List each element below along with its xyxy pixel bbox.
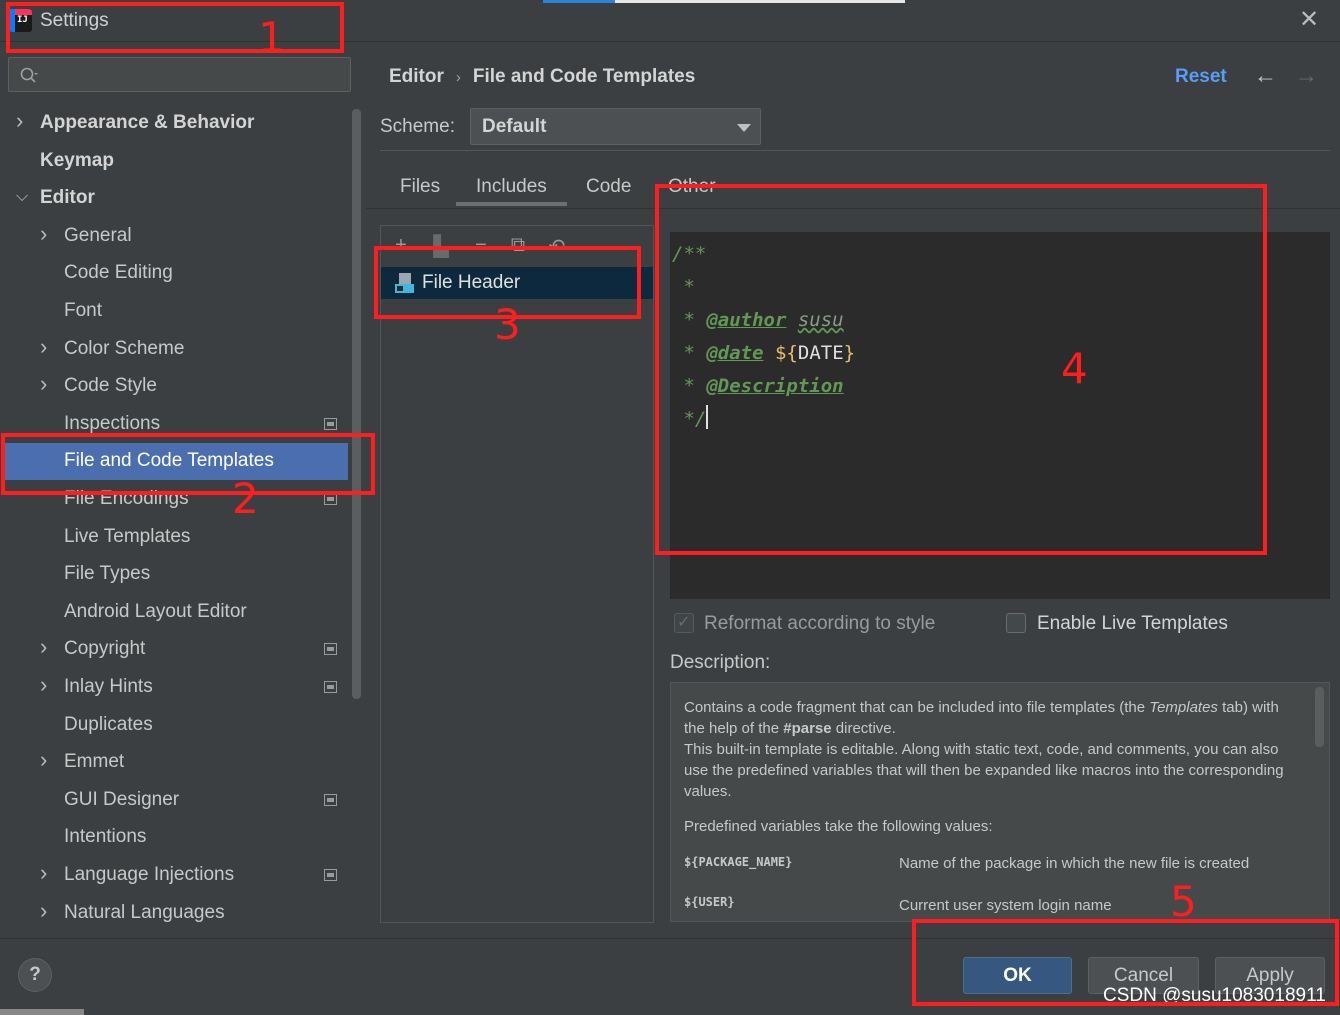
sidebar-item-label: Duplicates	[64, 713, 153, 735]
sidebar-item-label: Color Scheme	[64, 337, 185, 359]
reset-link[interactable]: Reset	[1175, 66, 1227, 88]
sidebar-item-label: Inspections	[64, 412, 161, 434]
sidebar-scrollbar[interactable]	[352, 109, 361, 699]
sidebar-item-live-templates[interactable]: Live Templates	[0, 519, 350, 556]
sidebar-item-label: File Types	[64, 563, 151, 585]
sidebar-item-gui-designer[interactable]: GUI Designer	[0, 782, 350, 819]
scheme-dropdown[interactable]: Default	[470, 108, 761, 145]
chevron-down-icon[interactable]: ⌵	[16, 188, 30, 206]
sidebar-item-label: Android Layout Editor	[64, 600, 247, 622]
annotation-box-2	[1, 433, 375, 495]
sidebar-item-label: Copyright	[64, 638, 146, 660]
forward-arrow-icon[interactable]: →	[1295, 62, 1318, 89]
active-tab-indicator	[456, 202, 567, 206]
chevron-right-icon[interactable]: ›	[40, 221, 54, 246]
tab-includes[interactable]: Includes	[476, 176, 547, 198]
sidebar-item-appearance-behavior[interactable]: › Appearance & Behavior	[0, 105, 350, 142]
sidebar-item-label: GUI Designer	[64, 788, 180, 810]
annotation-number-2: 2	[232, 474, 259, 523]
sidebar-item-code-editing[interactable]: Code Editing	[0, 255, 350, 292]
chevron-right-icon[interactable]: ›	[40, 860, 54, 885]
title-progress-indicator	[543, 0, 905, 3]
description-vars-intro: Predefined variables take the following …	[684, 818, 993, 835]
chevron-right-icon[interactable]: ›	[16, 108, 30, 133]
breadcrumb-current: File and Code Templates	[472, 66, 696, 87]
sidebar-item-language-injections[interactable]: › Language Injections	[0, 857, 350, 894]
tab-files[interactable]: Files	[400, 176, 440, 198]
annotation-box-4	[655, 184, 1267, 555]
annotation-number-3: 3	[494, 300, 521, 349]
project-level-icon	[324, 793, 337, 806]
dropdown-caret-icon	[737, 124, 751, 132]
settings-search-input[interactable]	[8, 57, 351, 92]
close-icon[interactable]: ✕	[1296, 8, 1322, 34]
window-edge-strip	[0, 1009, 84, 1015]
breadcrumb-parent[interactable]: Editor	[389, 66, 444, 87]
project-level-icon	[324, 643, 337, 656]
project-level-icon	[324, 417, 337, 430]
sidebar-item-file-types[interactable]: File Types	[0, 556, 350, 593]
live-templates-label: Enable Live Templates	[1037, 613, 1228, 634]
breadcrumb-separator-icon: ›	[455, 69, 461, 86]
sidebar-item-font[interactable]: Font	[0, 293, 350, 330]
live-templates-checkbox[interactable]	[1006, 613, 1026, 633]
variable-row: ${USER} Current user system login name	[684, 895, 1112, 914]
sidebar-item-label: Code Style	[64, 375, 157, 397]
annotation-box-5	[912, 919, 1339, 1006]
sidebar-item-label: Natural Languages	[64, 901, 225, 923]
sidebar-item-android-layout-editor[interactable]: Android Layout Editor	[0, 594, 350, 631]
sidebar-item-editor[interactable]: ⌵ Editor	[0, 180, 350, 217]
sidebar-item-label: Keymap	[40, 149, 114, 171]
sidebar-item-code-style[interactable]: › Code Style	[0, 368, 350, 405]
description-panel: Contains a code fragment that can be inc…	[670, 682, 1330, 922]
annotation-number-1: 1	[258, 13, 285, 62]
help-button[interactable]: ?	[18, 958, 52, 992]
variable-row: ${PACKAGE_NAME} Name of the package in w…	[684, 855, 1250, 872]
sidebar-item-general[interactable]: › General	[0, 218, 350, 255]
chevron-right-icon[interactable]: ›	[40, 334, 54, 359]
sidebar-item-intentions[interactable]: Intentions	[0, 819, 350, 856]
back-arrow-icon[interactable]: ←	[1254, 62, 1277, 89]
annotation-box-1	[6, 2, 344, 53]
sidebar-item-copyright[interactable]: › Copyright	[0, 631, 350, 668]
project-level-icon	[324, 681, 337, 693]
chevron-right-icon[interactable]: ›	[40, 898, 54, 923]
scheme-label: Scheme:	[380, 116, 455, 137]
search-icon	[20, 67, 38, 83]
chevron-right-icon[interactable]: ›	[40, 371, 54, 396]
reformat-checkbox[interactable]	[674, 612, 694, 633]
divider	[380, 150, 1330, 151]
sidebar-item-label: Appearance & Behavior	[40, 112, 255, 133]
sidebar-item-label: Font	[64, 300, 103, 321]
sidebar-item-emmet[interactable]: › Emmet	[0, 744, 350, 781]
chevron-right-icon[interactable]: ›	[40, 747, 54, 772]
project-level-icon	[324, 869, 337, 881]
chevron-right-icon[interactable]: ›	[40, 634, 54, 659]
sidebar-item-label: Inlay Hints	[64, 676, 153, 697]
description-text: Contains a code fragment that can be inc…	[684, 697, 1299, 840]
description-label: Description:	[670, 652, 771, 673]
annotation-number-5: 5	[1170, 877, 1197, 926]
sidebar-item-label: Live Templates	[64, 525, 191, 547]
sidebar-item-label: Emmet	[64, 751, 125, 773]
breadcrumb: Editor › File and Code Templates	[389, 66, 695, 88]
sidebar-item-label: Code Editing	[64, 262, 173, 284]
scheme-selected-value: Default	[482, 116, 547, 137]
sidebar-item-keymap[interactable]: Keymap	[0, 143, 350, 180]
sidebar-item-inlay-hints[interactable]: › Inlay Hints	[0, 669, 350, 706]
sidebar-item-label: Editor	[40, 187, 95, 209]
sidebar-item-duplicates[interactable]: Duplicates	[0, 707, 350, 744]
chevron-right-icon[interactable]: ›	[40, 672, 54, 697]
annotation-number-4: 4	[1061, 344, 1088, 393]
sidebar-item-label: Language Injections	[64, 864, 235, 885]
description-scrollbar[interactable]	[1315, 687, 1324, 747]
sidebar-item-natural-languages[interactable]: › Natural Languages	[0, 895, 350, 932]
reformat-label: Reformat according to style	[704, 613, 936, 634]
tab-code[interactable]: Code	[586, 176, 631, 198]
sidebar-item-color-scheme[interactable]: › Color Scheme	[0, 331, 350, 368]
sidebar-item-label: Intentions	[64, 826, 147, 848]
sidebar-item-label: General	[64, 224, 132, 246]
